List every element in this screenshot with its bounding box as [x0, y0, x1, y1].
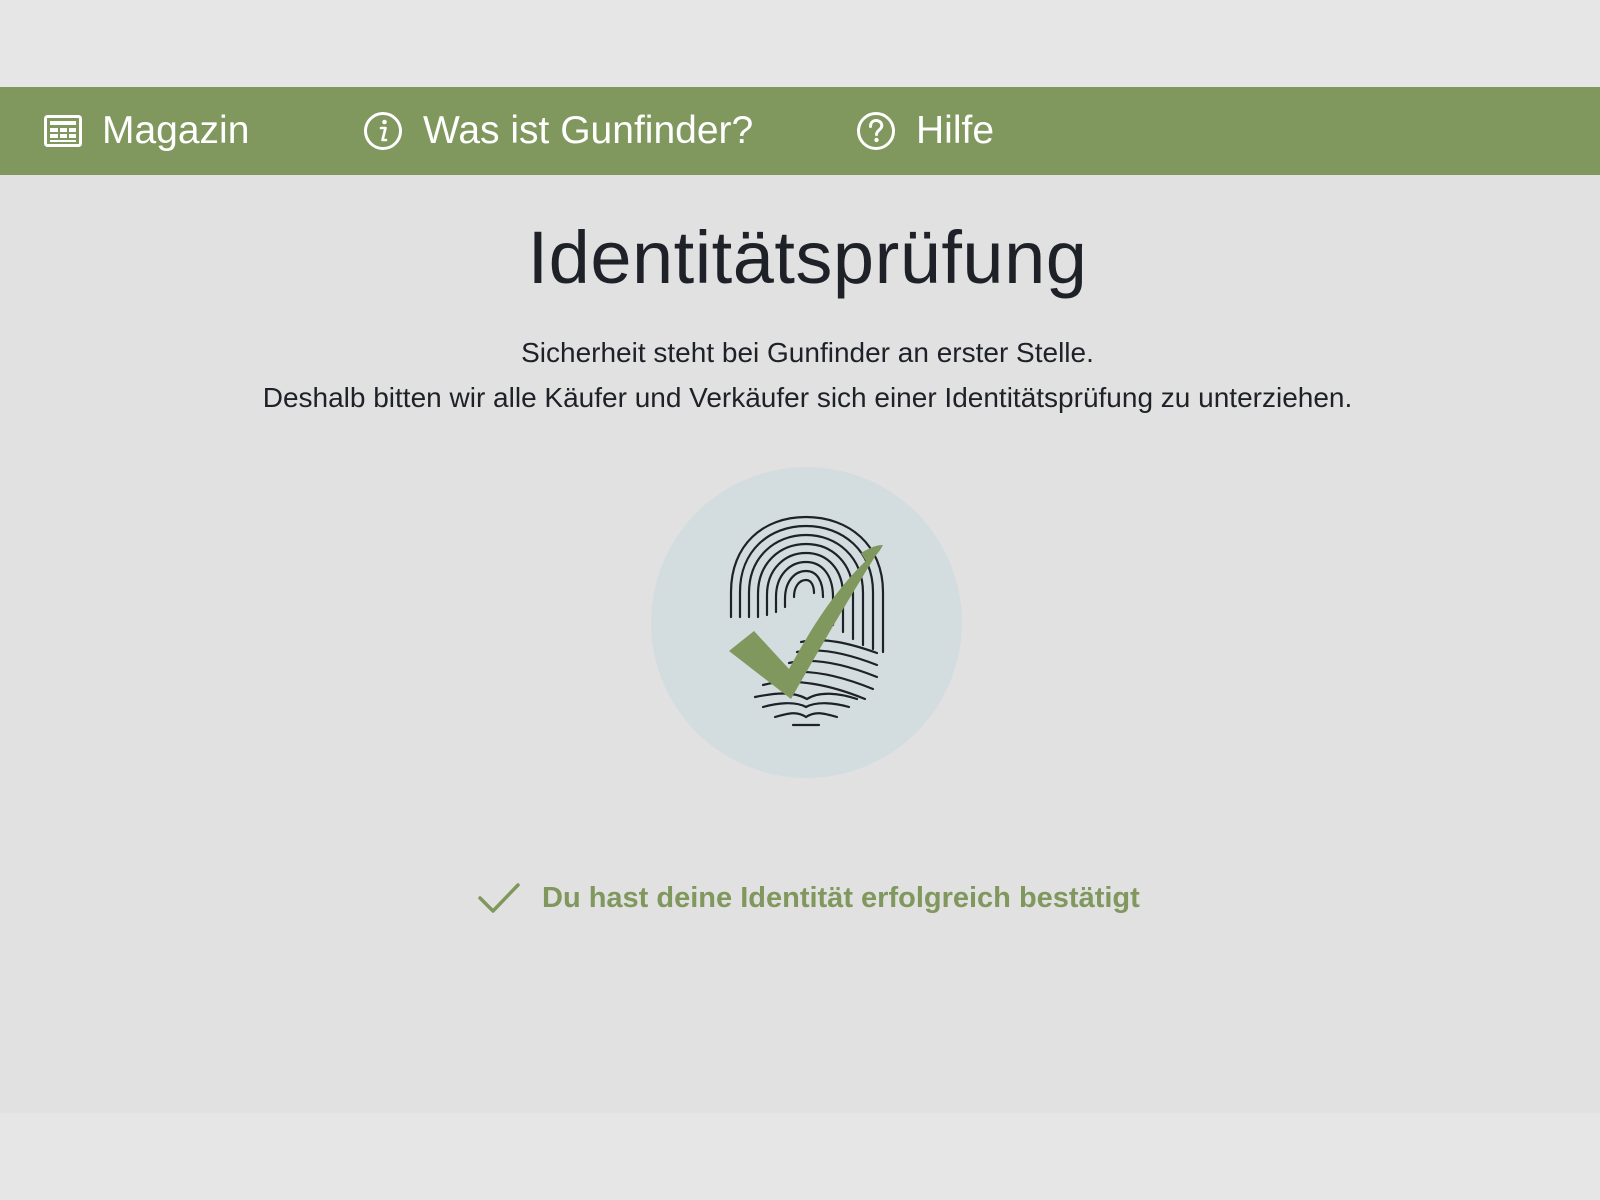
- nav-item-was-ist-gunfinder[interactable]: Was ist Gunfinder?: [363, 87, 753, 175]
- nav-item-label: Was ist Gunfinder?: [423, 109, 754, 152]
- checkmark-icon: [478, 882, 520, 914]
- page-title: Identitätsprüfung: [527, 216, 1088, 299]
- top-navigation: Magazin Was ist Gunfinder? Hilfe: [0, 87, 1600, 175]
- main-content: Identitätsprüfung Sicherheit steht bei G…: [0, 175, 1600, 1113]
- help-circle-icon: [856, 111, 896, 151]
- nav-item-label: Hilfe: [916, 109, 995, 152]
- intro-line-1: Sicherheit steht bei Gunfinder an erster…: [521, 337, 1094, 368]
- bottom-margin: [0, 1113, 1600, 1200]
- identity-illustration: [651, 467, 962, 778]
- status-text: Du hast deine Identität erfolgreich best…: [542, 881, 1140, 914]
- verification-status: Du hast deine Identität erfolgreich best…: [478, 875, 1140, 921]
- intro-line-2: Deshalb bitten wir alle Käufer und Verkä…: [262, 382, 1353, 413]
- info-circle-icon: [363, 111, 403, 151]
- top-margin: [0, 0, 1600, 87]
- nav-item-hilfe[interactable]: Hilfe: [856, 87, 994, 175]
- nav-item-label: Magazin: [102, 109, 250, 152]
- nav-item-magazin[interactable]: Magazin: [44, 87, 249, 175]
- intro-text: Sicherheit steht bei Gunfinder an erster…: [0, 330, 1600, 420]
- fingerprint-check-icon: [729, 515, 885, 727]
- newspaper-icon: [44, 115, 82, 147]
